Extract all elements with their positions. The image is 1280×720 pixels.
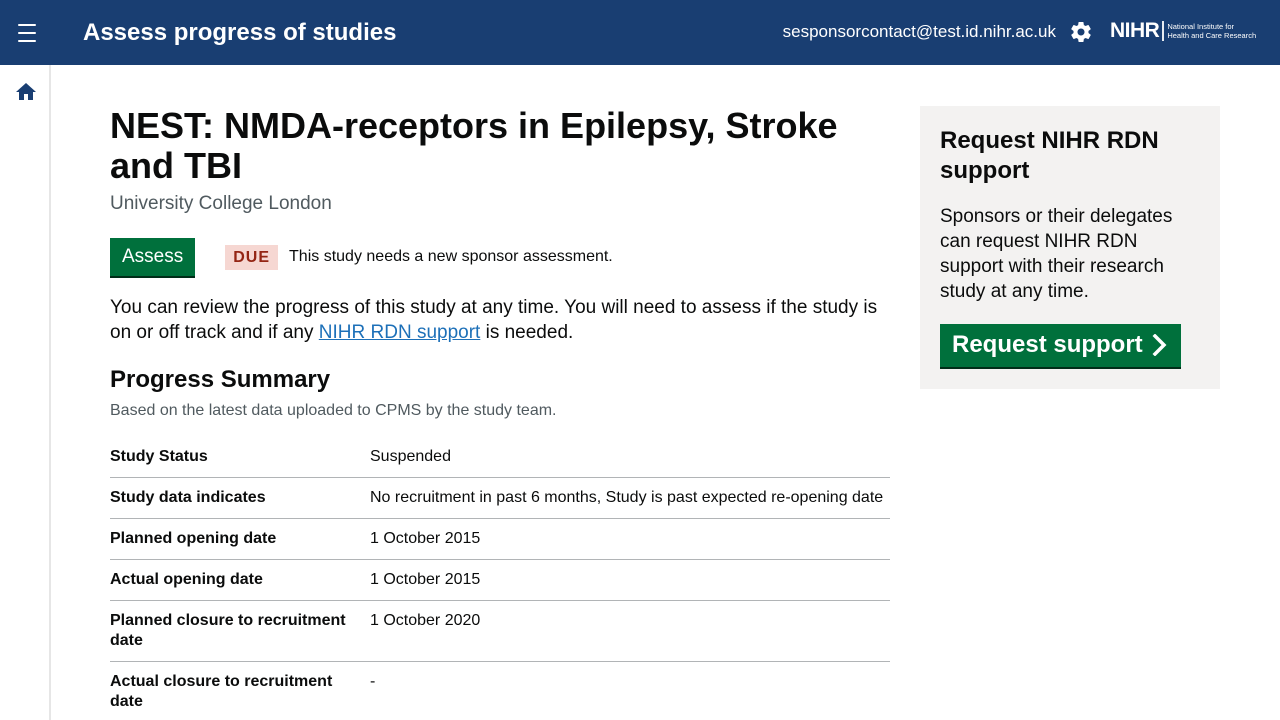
summary-list: Study Status Suspended Study data indica… — [110, 440, 890, 720]
summary-key: Actual opening date — [110, 571, 263, 588]
summary-value: Suspended — [370, 448, 451, 465]
user-email: sesponsorcontact@test.id.nihr.ac.uk — [782, 22, 1056, 41]
summary-key: Planned closure to recruitment date — [110, 612, 346, 649]
support-panel-body: Sponsors or their delegates can request … — [940, 206, 1173, 302]
logo-divider — [1162, 21, 1165, 41]
summary-key: Study Status — [110, 448, 208, 465]
assess-button[interactable]: Assess — [110, 238, 196, 276]
summary-row: Actual opening date 1 October 2015 — [110, 560, 890, 601]
home-icon[interactable] — [14, 80, 38, 104]
summary-value: 1 October 2015 — [370, 530, 481, 547]
assessment-status-row: Assess DUE This study needs a new sponso… — [110, 238, 890, 276]
gear-icon[interactable] — [1069, 20, 1093, 44]
summary-key: Planned opening date — [110, 530, 277, 547]
summary-key: Actual closure to recruitment date — [110, 673, 333, 710]
summary-value: - — [370, 673, 376, 690]
progress-summary-hint: Based on the latest data uploaded to CPM… — [110, 402, 557, 419]
due-status-badge: DUE — [225, 244, 279, 270]
summary-row: Study Status Suspended — [110, 440, 890, 478]
nihr-rdn-support-link[interactable]: NIHR RDN support — [319, 322, 481, 343]
support-panel-heading: Request NIHR RDN support — [940, 127, 1159, 184]
study-title: NEST: NMDA-receptors in Epilepsy, Stroke… — [110, 105, 838, 186]
summary-row: Actual closure to recruitment date - — [110, 662, 890, 720]
request-support-label: Request support — [952, 331, 1143, 358]
top-header: Assess progress of studies sesponsorcont… — [0, 0, 1280, 65]
main-content: NEST: NMDA-receptors in Epilepsy, Stroke… — [110, 106, 890, 720]
logo-subtitle: National Institute for Health and Care R… — [1167, 22, 1257, 40]
summary-row: Planned opening date 1 October 2015 — [110, 519, 890, 560]
progress-summary-heading: Progress Summary — [110, 366, 331, 393]
menu-icon[interactable] — [14, 21, 40, 45]
summary-key: Study data indicates — [110, 489, 266, 506]
summary-row: Study data indicates No recruitment in p… — [110, 478, 890, 519]
support-panel: Request NIHR RDN support Sponsors or the… — [920, 106, 1220, 389]
summary-value: No recruitment in past 6 months, Study i… — [370, 489, 884, 506]
request-support-button[interactable]: Request support — [940, 324, 1181, 367]
logo-wordmark: NIHR — [1110, 19, 1160, 42]
nihr-logo[interactable]: NIHR National Institute for Health and C… — [1110, 18, 1256, 44]
summary-value: 1 October 2015 — [370, 571, 481, 588]
due-status-text: This study needs a new sponsor assessmen… — [289, 248, 613, 265]
summary-value: 1 October 2020 — [370, 612, 481, 629]
side-nav — [0, 65, 51, 720]
organisation-name: University College London — [110, 193, 332, 214]
chevron-right-icon — [1152, 334, 1167, 356]
summary-row: Planned closure to recruitment date 1 Oc… — [110, 601, 890, 662]
intro-paragraph: You can review the progress of this stud… — [110, 297, 878, 343]
app-title: Assess progress of studies — [83, 19, 397, 46]
